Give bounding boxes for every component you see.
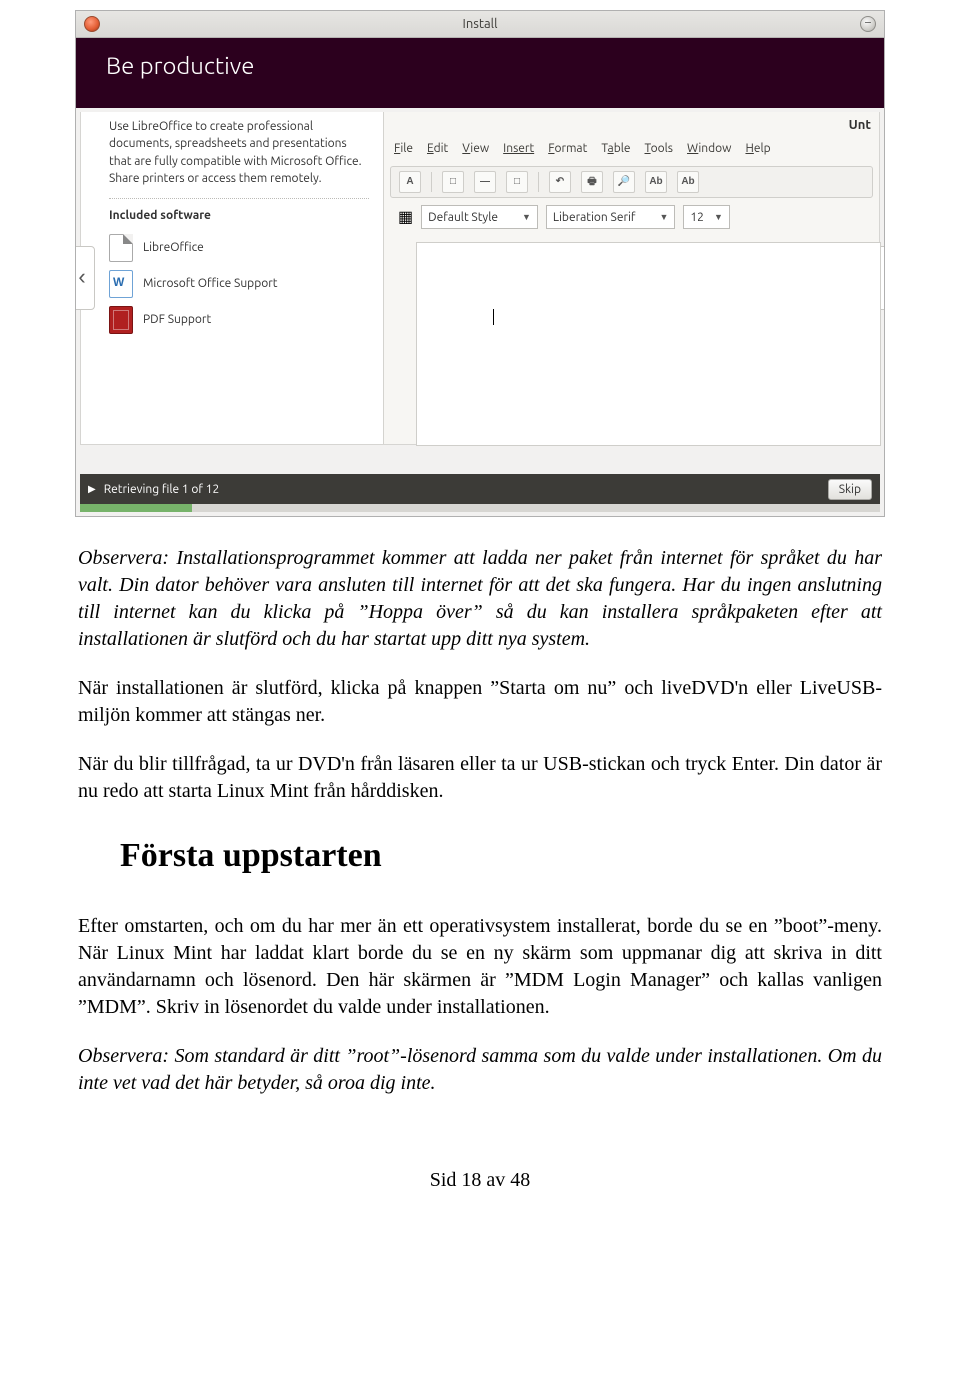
document-page xyxy=(416,242,881,446)
software-item-msoffice: Microsoft Office Support xyxy=(109,266,369,302)
toolbar-button[interactable]: □ xyxy=(442,171,464,193)
document-title: Unt xyxy=(849,118,871,132)
disclosure-triangle-icon[interactable]: ▶ xyxy=(88,483,96,495)
progress-bar-track xyxy=(80,504,880,512)
menu-window[interactable]: Window xyxy=(687,142,731,155)
toolbar-button[interactable]: ↶ xyxy=(549,171,571,193)
libreoffice-icon xyxy=(109,234,133,262)
slideshow-left-panel: Use LibreOffice to create professional d… xyxy=(109,118,369,338)
paragraph-observera-2: Observera: Som standard är ditt ”root”-l… xyxy=(78,1043,882,1097)
divider xyxy=(109,198,369,199)
toolbar-separator xyxy=(538,172,539,192)
toolbar-separator xyxy=(431,172,432,192)
chevron-down-icon: ▼ xyxy=(522,212,531,222)
install-progress: ▶ Retrieving file 1 of 12 Skip xyxy=(80,474,880,512)
software-label: LibreOffice xyxy=(143,239,204,256)
text-cursor xyxy=(493,309,494,325)
paragraph-eject: När du blir tillfrågad, ta ur DVD'n från… xyxy=(78,751,882,805)
page-footer: Sid 18 av 48 xyxy=(0,1119,960,1208)
software-label: Microsoft Office Support xyxy=(143,275,278,292)
font-combo[interactable]: Liberation Serif▼ xyxy=(546,205,676,229)
slideshow-hero: Be productive xyxy=(76,38,884,108)
paragraph-boot: Efter omstarten, och om du har mer än et… xyxy=(78,913,882,1021)
toolbar-button[interactable]: □ xyxy=(506,171,528,193)
word-icon xyxy=(109,270,133,298)
slideshow-prev-button[interactable]: ‹ xyxy=(75,246,95,310)
toolbar-button[interactable]: 🔎 xyxy=(613,171,635,193)
editor-formatbar[interactable]: ▦ Default Style▼ Liberation Serif▼ 12▼ xyxy=(390,202,873,232)
software-item-pdf: PDF Support xyxy=(109,302,369,338)
paragraph-observera-1: Observera: Installationsprogrammet komme… xyxy=(78,545,882,653)
editor-toolbar[interactable]: A □ ― □ ↶ 🖶 🔎 Ab Ab xyxy=(390,166,873,198)
hero-text: Be productive xyxy=(106,52,254,79)
style-combo[interactable]: Default Style▼ xyxy=(421,205,538,229)
heading-forsta-uppstarten: Första uppstarten xyxy=(120,833,882,879)
menu-format[interactable]: Format xyxy=(548,142,587,155)
window-title: Install xyxy=(463,17,498,31)
window-titlebar: Install – xyxy=(76,11,884,38)
pdf-icon xyxy=(109,306,133,334)
menu-help[interactable]: Help xyxy=(745,142,770,155)
menu-table[interactable]: Table xyxy=(601,142,630,155)
document-body: Observera: Installationsprogrammet komme… xyxy=(0,517,960,1097)
chevron-down-icon: ▼ xyxy=(659,212,668,222)
format-button[interactable]: ▦ xyxy=(398,207,413,227)
installer-screenshot: Install – Be productive ‹ › Use LibreOff… xyxy=(75,10,885,517)
software-item-libreoffice: LibreOffice xyxy=(109,230,369,266)
menu-file[interactable]: File xyxy=(394,142,413,155)
minimize-icon[interactable]: – xyxy=(860,16,876,32)
spellcheck-icon[interactable]: Ab xyxy=(645,171,667,193)
paragraph-restart: När installationen är slutförd, klicka p… xyxy=(78,675,882,729)
software-label: PDF Support xyxy=(143,311,211,328)
editor-preview: Unt File Edit View Insert Format Table T… xyxy=(383,112,879,444)
skip-button[interactable]: Skip xyxy=(828,479,872,500)
slideshow-body: ‹ › Use LibreOffice to create profession… xyxy=(80,112,880,445)
progress-text: Retrieving file 1 of 12 xyxy=(104,483,220,496)
menu-edit[interactable]: Edit xyxy=(427,142,448,155)
slideshow-description: Use LibreOffice to create professional d… xyxy=(109,118,369,188)
editor-menubar[interactable]: File Edit View Insert Format Table Tools… xyxy=(394,142,771,155)
included-software-heading: Included software xyxy=(109,207,369,224)
menu-insert[interactable]: Insert xyxy=(503,142,534,155)
menu-view[interactable]: View xyxy=(462,142,489,155)
menu-tools[interactable]: Tools xyxy=(645,142,674,155)
fontsize-combo[interactable]: 12▼ xyxy=(683,205,729,229)
toolbar-button[interactable]: A xyxy=(399,171,421,193)
spellcheck-icon[interactable]: Ab xyxy=(677,171,699,193)
close-icon[interactable] xyxy=(84,16,100,32)
toolbar-button[interactable]: ― xyxy=(474,171,496,193)
toolbar-button[interactable]: 🖶 xyxy=(581,171,603,193)
chevron-down-icon: ▼ xyxy=(714,212,723,222)
progress-bar-fill xyxy=(80,504,192,512)
